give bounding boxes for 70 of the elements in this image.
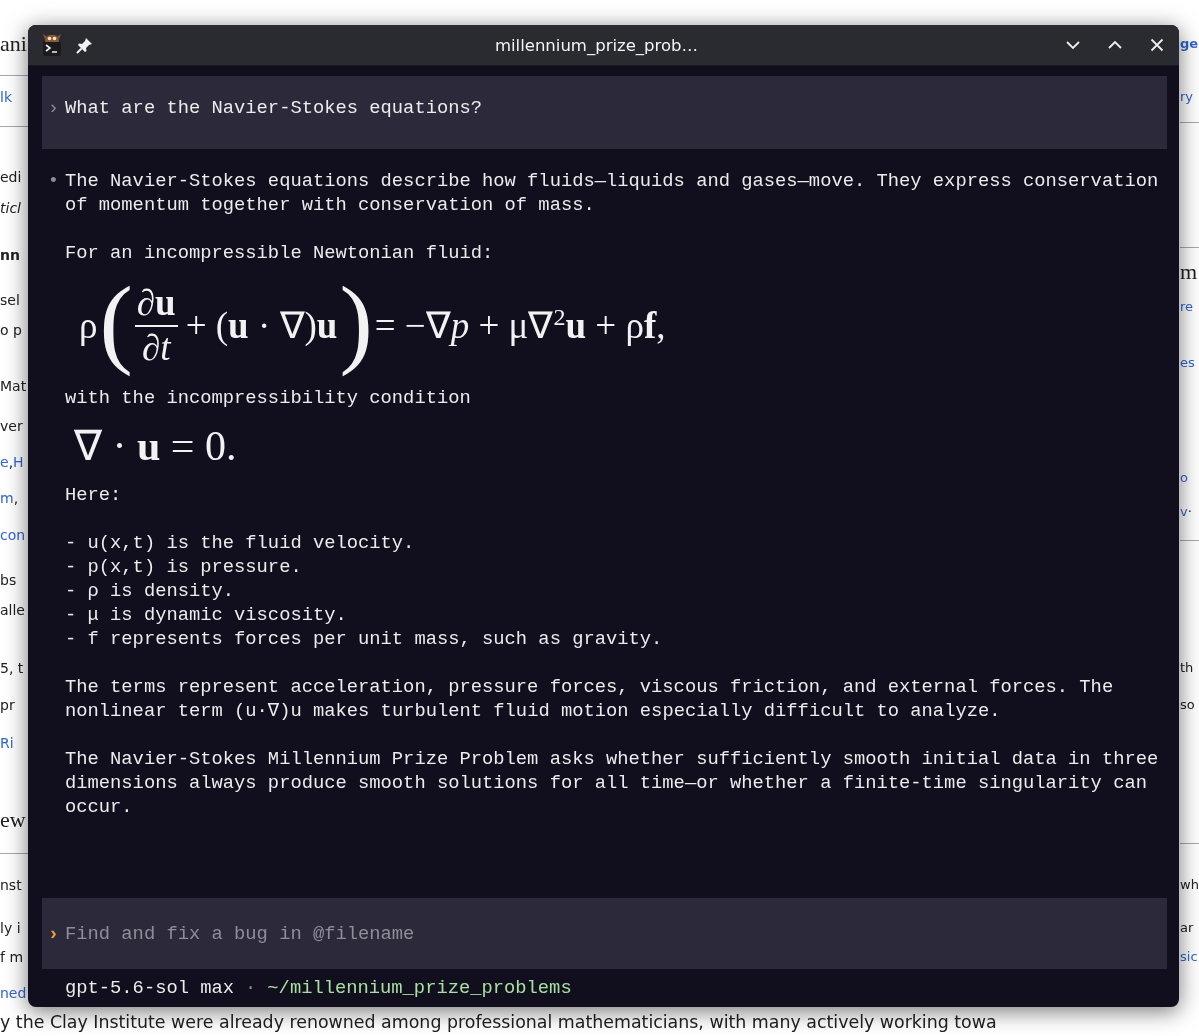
list-item: - p(x,t) is pressure.: [65, 555, 303, 579]
page-text: f m: [0, 948, 24, 966]
page-text: nn: [0, 246, 20, 264]
page-text: bs: [0, 571, 17, 589]
page-link[interactable]: m: [0, 489, 14, 507]
page-link[interactable]: ned: [0, 984, 27, 1002]
page-link[interactable]: v: [1180, 503, 1188, 521]
bullet-marker: •: [46, 169, 61, 194]
math-expression: = −∇p + μ∇$^{2}$u + ρf,: [373, 302, 667, 348]
paragraph: with the incompressibility condition: [65, 386, 472, 410]
math-expression: + (u · ∇)u: [184, 303, 339, 348]
page-link[interactable]: sic: [1180, 948, 1198, 966]
list-item: - ρ is density.: [65, 579, 236, 603]
math-expression: ∇ · u = 0.: [73, 422, 238, 471]
page-text: ar: [1180, 919, 1194, 937]
paragraph: Here:: [65, 483, 123, 507]
page-link[interactable]: H: [13, 453, 24, 471]
page-link[interactable]: con: [0, 526, 26, 544]
list-item: - f represents forces per unit mass, such as gravity.: [65, 627, 664, 651]
directory-path: ~/millennium_prize_problems: [267, 977, 572, 999]
fraction-denominator: ∂t: [140, 326, 173, 370]
page-link[interactable]: es: [1180, 354, 1195, 372]
paragraph: For an incompressible Newtonian fluid:: [65, 241, 495, 265]
paragraph: The Navier-Stokes Millennium Prize Problem asks whether sufficiently smooth initial data in three dimensions always produce smooth solutions for all time—or whether a finite-time singularity can occur.: [65, 747, 1160, 819]
page-text: Mat: [0, 377, 27, 395]
page-text: edi: [0, 168, 22, 186]
terminal-app-icon[interactable]: [42, 33, 62, 57]
paragraph: The terms represent acceleration, pressure forces, viscous friction, and external forces. The nonlinear term (u·∇)u makes turbulent fluid motion especially difficult to analyze.: [65, 675, 1115, 723]
prompt-marker: ›: [46, 922, 61, 945]
page-link[interactable]: Ri: [0, 734, 14, 752]
page-heading: ew: [0, 808, 26, 832]
page-text: sel: [0, 291, 20, 309]
page-link[interactable]: lk: [0, 88, 12, 106]
list-item: - μ is dynamic viscosity.: [65, 603, 348, 627]
page-heading: m: [1180, 260, 1198, 284]
close-icon: [1149, 37, 1165, 53]
page-text: ticl: [0, 199, 21, 217]
parenthesis: (: [99, 264, 133, 379]
page-text: ly i: [0, 919, 21, 937]
prompt-marker: ›: [46, 96, 61, 120]
page-text: ,: [8, 453, 14, 471]
page-heading: ani: [0, 32, 27, 56]
page-text: nst: [0, 876, 22, 894]
window-title: millennium_prize_prob…: [493, 35, 700, 55]
parenthesis: ): [339, 264, 373, 379]
fraction-numerator: ∂u: [135, 281, 177, 325]
page-link[interactable]: e: [0, 453, 9, 471]
user-message: What are the Navier-Stokes equations?: [65, 96, 483, 120]
page-text: alle: [0, 601, 25, 619]
math-expression: ρ: [78, 303, 99, 348]
page-text: ·: [1187, 503, 1192, 521]
page-link[interactable]: ge: [1180, 35, 1199, 53]
paragraph: The Navier-Stokes equations describe how fluids—liquids and gases—move. They express conservation of momentum together with conservation of mass.: [65, 169, 1160, 217]
page-text: 5, t: [0, 659, 24, 677]
pin-icon[interactable]: [76, 36, 94, 54]
model-label: gpt-5.6-sol max: [65, 977, 235, 999]
page-link[interactable]: o: [1180, 469, 1188, 487]
page-text: wh: [1180, 876, 1199, 894]
page-text: so: [1180, 696, 1195, 714]
page-text: pr: [0, 696, 15, 714]
separator: ·: [245, 977, 257, 999]
page-text: o p: [0, 321, 22, 339]
page-link[interactable]: re: [1180, 298, 1194, 316]
list-item: - u(x,t) is the fluid velocity.: [65, 531, 416, 555]
page-text: y the Clay Institute were already renowned among professional mathematicians, with many actively working towa: [0, 1011, 997, 1034]
page-text: th: [1180, 659, 1194, 677]
page-text: ver: [0, 417, 23, 435]
page-text: ,: [13, 489, 19, 507]
page-link[interactable]: ry: [1180, 88, 1194, 106]
message-input[interactable]: Find and fix a bug in @filename: [65, 922, 665, 945]
